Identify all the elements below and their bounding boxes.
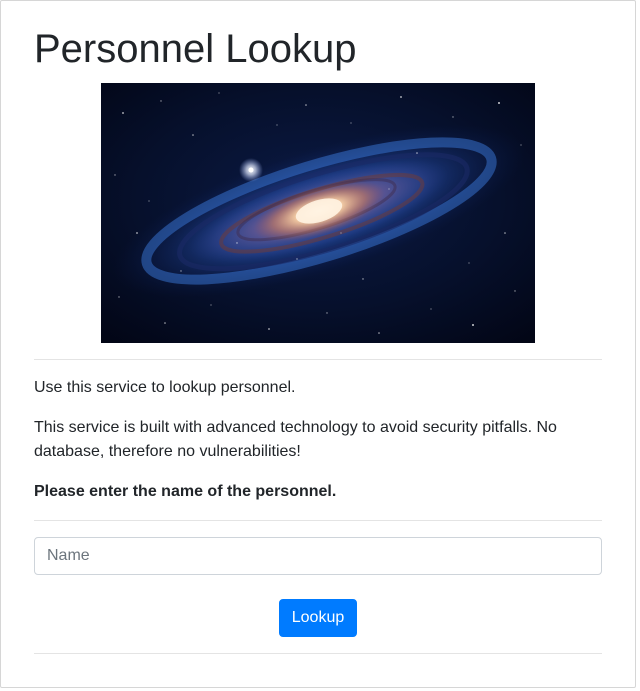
lookup-button[interactable]: Lookup (279, 599, 357, 637)
page-title: Personnel Lookup (34, 27, 357, 71)
description-text: This service is built with advanced tech… (34, 419, 557, 460)
divider-bottom (34, 653, 602, 654)
intro-text: Use this service to lookup personnel. (34, 379, 296, 396)
page-frame: Personnel Lookup Use this service to loo… (0, 0, 636, 688)
instruction-text: Please enter the name of the personnel. (34, 483, 337, 500)
divider-top (34, 359, 602, 360)
divider-middle (34, 520, 602, 521)
name-input[interactable] (34, 537, 602, 575)
galaxy-image (101, 83, 535, 343)
galaxy-picture (101, 83, 535, 343)
